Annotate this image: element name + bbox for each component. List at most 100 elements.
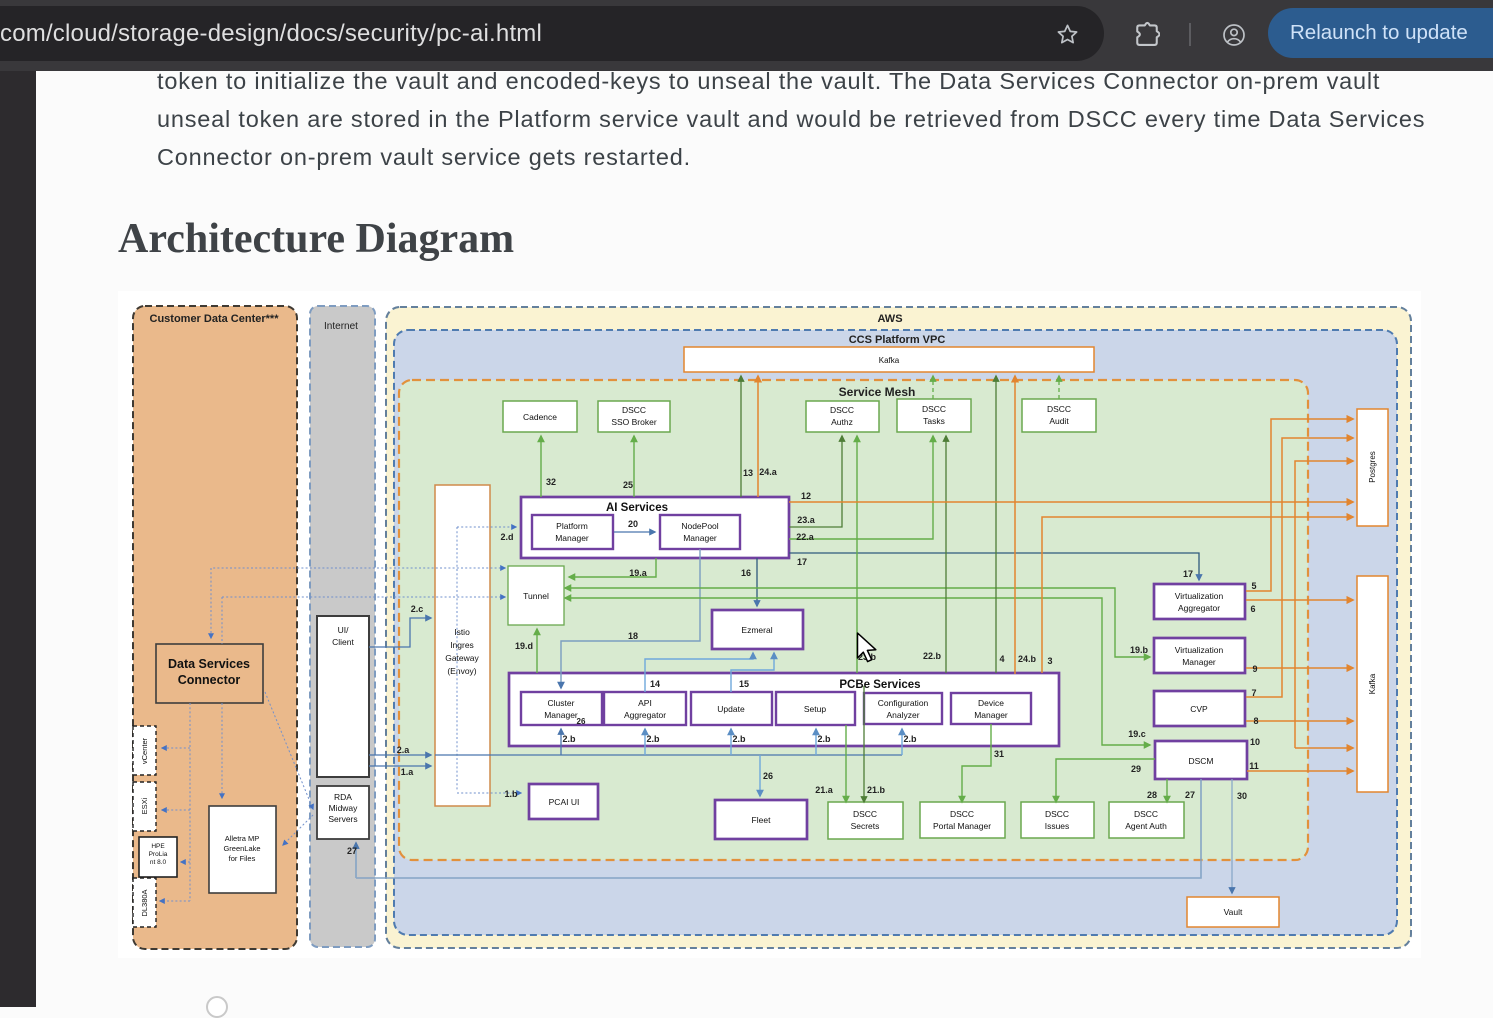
svg-text:Client: Client <box>332 637 354 647</box>
svg-text:2.b: 2.b <box>562 734 576 744</box>
svg-text:Authz: Authz <box>831 417 853 427</box>
svg-text:1.b: 1.b <box>504 789 518 799</box>
svg-text:Agent Auth: Agent Auth <box>1125 821 1167 831</box>
svg-text:Cadence: Cadence <box>523 412 557 422</box>
svg-text:27: 27 <box>1185 790 1195 800</box>
svg-text:28: 28 <box>1147 790 1157 800</box>
svg-text:25: 25 <box>623 480 633 490</box>
svg-text:(Envoy): (Envoy) <box>447 666 476 676</box>
svg-text:CCS Platform VPC: CCS Platform VPC <box>849 334 946 346</box>
svg-text:Vault: Vault <box>1224 907 1243 917</box>
svg-text:32: 32 <box>546 477 556 487</box>
svg-text:DSCC: DSCC <box>950 809 974 819</box>
svg-text:2.a: 2.a <box>397 745 411 755</box>
svg-text:26: 26 <box>577 717 586 726</box>
svg-text:DSCC: DSCC <box>1047 404 1071 414</box>
svg-text:Tasks: Tasks <box>923 416 945 426</box>
svg-text:7: 7 <box>1251 688 1256 698</box>
svg-text:Midway: Midway <box>329 803 359 813</box>
svg-text:Data Services: Data Services <box>168 657 250 671</box>
svg-text:Kafka: Kafka <box>1368 673 1377 694</box>
svg-text:DSCC: DSCC <box>622 405 646 415</box>
svg-text:22.a: 22.a <box>796 532 815 542</box>
svg-text:19.c: 19.c <box>1128 729 1146 739</box>
svg-text:API: API <box>638 698 652 708</box>
svg-text:Virtualization: Virtualization <box>1175 645 1224 655</box>
svg-text:17: 17 <box>797 557 807 567</box>
svg-text:Servers: Servers <box>328 814 357 824</box>
svg-text:Manager: Manager <box>555 533 589 543</box>
svg-text:UI/: UI/ <box>338 625 350 635</box>
svg-text:Configuration: Configuration <box>878 698 929 708</box>
svg-text:Alletra MP: Alletra MP <box>225 834 260 843</box>
svg-text:Ezmeral: Ezmeral <box>741 625 772 635</box>
svg-text:26: 26 <box>763 771 773 781</box>
svg-text:AWS: AWS <box>877 313 902 325</box>
svg-text:Customer Data Center***: Customer Data Center*** <box>150 313 280 325</box>
svg-text:Aggregator: Aggregator <box>624 710 666 720</box>
svg-text:16: 16 <box>741 568 751 578</box>
svg-text:Tunnel: Tunnel <box>523 591 549 601</box>
svg-text:6: 6 <box>1250 604 1255 614</box>
svg-text:19.d: 19.d <box>515 641 533 651</box>
svg-text:12: 12 <box>801 491 811 501</box>
svg-text:ProLia: ProLia <box>149 851 168 858</box>
svg-text:20: 20 <box>628 519 638 529</box>
svg-text:Manager: Manager <box>544 710 578 720</box>
svg-text:29: 29 <box>1131 764 1141 774</box>
svg-text:NodePool: NodePool <box>681 521 718 531</box>
svg-text:Gateway: Gateway <box>445 653 479 663</box>
svg-text:Platform: Platform <box>556 521 588 531</box>
svg-text:31: 31 <box>994 749 1004 759</box>
svg-text:vCenter: vCenter <box>140 737 149 764</box>
svg-text:DSCC: DSCC <box>922 404 946 414</box>
svg-text:HPE: HPE <box>151 843 165 850</box>
svg-text:GreenLake: GreenLake <box>223 844 260 853</box>
svg-text:for Files: for Files <box>229 854 256 863</box>
svg-text:11: 11 <box>1249 761 1259 771</box>
svg-text:3: 3 <box>1047 656 1052 666</box>
svg-text:Service Mesh: Service Mesh <box>839 385 916 399</box>
svg-text:24.a: 24.a <box>759 467 778 477</box>
svg-text:Secrets: Secrets <box>851 821 880 831</box>
svg-text:13: 13 <box>743 468 753 478</box>
svg-text:Ingres: Ingres <box>450 640 474 650</box>
svg-text:Issues: Issues <box>1045 821 1070 831</box>
svg-text:Aggregator: Aggregator <box>1178 603 1220 613</box>
svg-text:30: 30 <box>1237 791 1247 801</box>
svg-text:DSCC: DSCC <box>830 405 854 415</box>
svg-text:Connector: Connector <box>178 673 241 687</box>
svg-text:19.b: 19.b <box>1130 645 1149 655</box>
svg-text:Manager: Manager <box>683 533 717 543</box>
svg-text:4: 4 <box>999 654 1004 664</box>
svg-text:19.a: 19.a <box>629 568 648 578</box>
svg-text:DSCC: DSCC <box>853 809 877 819</box>
svg-text:Kafka: Kafka <box>879 356 900 365</box>
svg-text:CVP: CVP <box>1190 704 1208 714</box>
svg-text:23.a: 23.a <box>797 515 816 525</box>
svg-text:22.b: 22.b <box>923 651 942 661</box>
svg-text:2.b: 2.b <box>646 734 660 744</box>
svg-text:RDA: RDA <box>334 792 352 802</box>
svg-text:1.a: 1.a <box>401 767 415 777</box>
svg-text:Device: Device <box>978 698 1004 708</box>
svg-text:DSCC: DSCC <box>1134 809 1158 819</box>
svg-text:2.d: 2.d <box>500 532 513 542</box>
svg-text:27: 27 <box>347 846 357 856</box>
svg-text:15: 15 <box>739 679 749 689</box>
svg-text:DSCM: DSCM <box>1188 756 1213 766</box>
svg-text:2.b: 2.b <box>817 734 831 744</box>
svg-text:ESXi: ESXi <box>140 797 149 814</box>
svg-text:Audit: Audit <box>1049 416 1069 426</box>
svg-text:5: 5 <box>1251 581 1256 591</box>
svg-text:SSO Broker: SSO Broker <box>611 417 657 427</box>
svg-text:21.a: 21.a <box>815 785 834 795</box>
svg-text:21.b: 21.b <box>867 785 886 795</box>
svg-text:18: 18 <box>628 631 638 641</box>
svg-text:17: 17 <box>1183 569 1193 579</box>
svg-text:8: 8 <box>1253 716 1258 726</box>
svg-text:Portal Manager: Portal Manager <box>933 821 991 831</box>
svg-text:Cluster: Cluster <box>548 698 575 708</box>
svg-text:Fleet: Fleet <box>752 815 772 825</box>
svg-text:DSCC: DSCC <box>1045 809 1069 819</box>
